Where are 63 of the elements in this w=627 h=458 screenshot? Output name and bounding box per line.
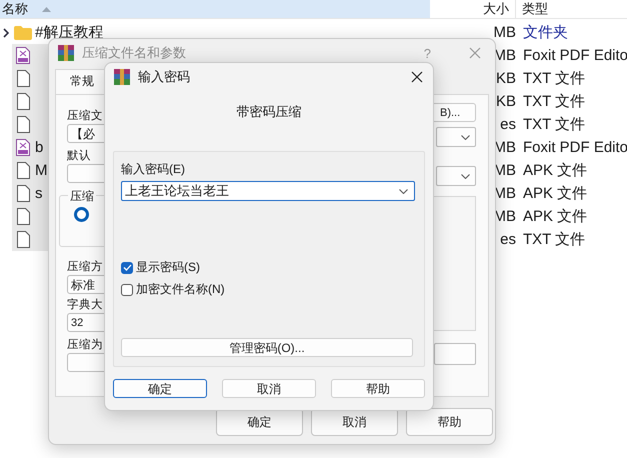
file-type: TXT 文件 [523,115,586,134]
checkbox-label[interactable]: 加密文件名称(N) [136,281,225,298]
dropdown-caret-icon [461,174,470,178]
file-type: 文件夹 [523,23,569,42]
file-size: KB [496,93,516,110]
file-icon [16,93,30,110]
folder-icon [14,26,32,40]
window-title: 压缩文件名和参数 [82,44,186,62]
window-title: 输入密码 [138,68,190,86]
expand-chevron-icon[interactable] [3,28,9,38]
file-type: TXT 文件 [523,69,586,88]
column-header[interactable]: 类型 [516,0,548,18]
dropdown-field[interactable] [436,127,476,147]
dialog-button[interactable]: 帮助 [331,379,425,398]
dialog-button[interactable]: 确定 [113,379,207,398]
archive-app-icon [58,45,74,61]
dialog-button[interactable]: 帮助 [406,408,493,436]
field-label: 压缩方 [67,260,103,274]
dropdown-caret-icon [399,188,408,194]
password-field[interactable]: 上老王论坛当老王 [121,181,415,201]
file-type: TXT 文件 [523,92,586,111]
dialog-button[interactable]: 取消 [222,379,316,398]
radio-button[interactable] [74,207,89,222]
field-label: 字典大 [67,298,103,312]
dialog-heading: 带密码压缩 [236,103,302,121]
checkbox-label[interactable]: 显示密码(S) [136,259,200,276]
checkbox[interactable] [121,284,133,296]
file-type: Foxit PDF Edito [523,47,627,64]
file-icon [16,162,30,179]
pdf-file-icon [16,139,30,156]
file-name[interactable]: M [34,162,48,179]
file-type: APK 文件 [523,207,588,226]
column-header[interactable]: 名称 [2,0,28,18]
file-name[interactable]: s [34,185,42,202]
file-name[interactable]: b [34,139,44,156]
file-type: TXT 文件 [523,230,586,249]
dropdown-caret-icon [461,134,470,140]
manage-passwords-button[interactable]: 管理密码(O)... [121,338,413,357]
pdf-file-icon [16,47,30,64]
close-icon[interactable] [411,71,423,83]
file-icon [16,70,30,87]
field-label: 默认 [67,149,91,163]
file-icon [16,116,30,133]
password-value: 上老王论坛当老王 [125,182,229,200]
dropdown-field[interactable] [436,166,476,186]
browse-button[interactable]: B)... [431,103,476,122]
file-type: APK 文件 [523,184,588,203]
file-size: es [500,231,516,248]
checkbox[interactable] [121,262,133,274]
file-icon [16,208,30,225]
file-type: Foxit PDF Edito [523,139,627,156]
file-type: APK 文件 [523,161,588,180]
field-label: 输入密码(E) [121,161,185,178]
file-size: MB [494,24,516,41]
field-label: 压缩文 [67,109,103,123]
field-label: 压缩为 [67,338,103,352]
file-size: es [500,116,516,133]
file-size: KB [496,70,516,87]
column-header[interactable]: 大小 [483,1,509,16]
archive-app-icon [114,69,130,85]
file-icon [16,185,30,202]
split-field[interactable] [434,343,476,365]
file-icon [16,231,30,248]
